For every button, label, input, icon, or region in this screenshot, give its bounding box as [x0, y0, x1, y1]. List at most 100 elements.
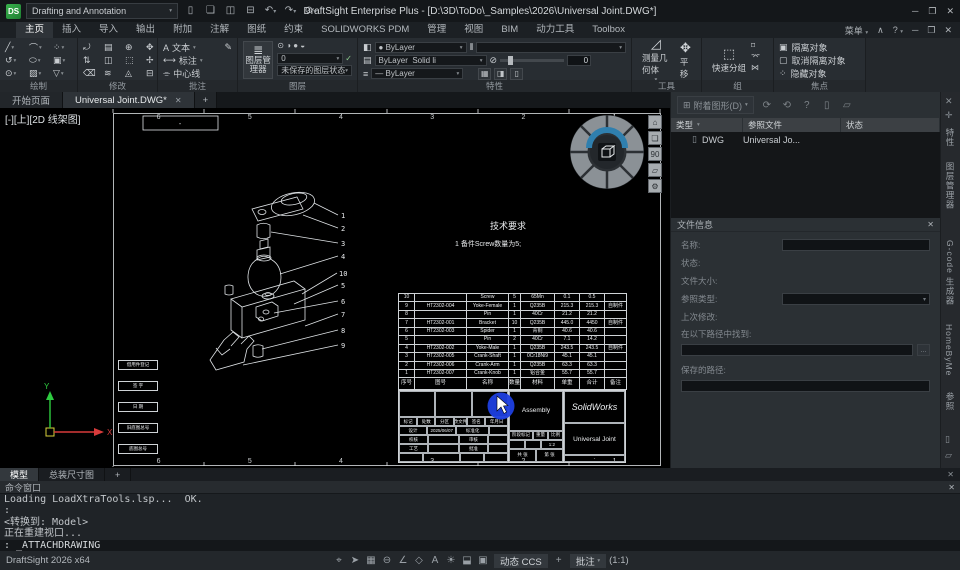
print-button[interactable]: ⊟: [243, 1, 258, 21]
status-toggle-icon[interactable]: ⬓: [459, 555, 475, 566]
command-line[interactable]: Loading LoadXtraTools.lsp... OK.: [0, 494, 960, 505]
group-link-icon[interactable]: ⋈: [751, 63, 760, 72]
saved-path-field[interactable]: [681, 380, 930, 392]
draw-tool-button[interactable]: ▣ ▾: [53, 54, 74, 67]
ribbon-tab[interactable]: BIM: [492, 22, 527, 38]
command-window-close-icon[interactable]: ✕: [948, 483, 955, 492]
draw-tool-button[interactable]: ⌒ ▾: [29, 41, 50, 54]
redo-button[interactable]: ↷▾: [283, 1, 298, 22]
ribbon-tab[interactable]: 主页: [16, 22, 54, 38]
home-view-button[interactable]: ⌂: [648, 115, 662, 129]
hide-objects-button[interactable]: ⁘ 隐藏对象: [779, 67, 860, 80]
browse-button[interactable]: ...: [916, 344, 930, 356]
file-info-close-icon[interactable]: ✕: [927, 220, 934, 229]
close-app-button[interactable]: ✕: [944, 25, 952, 36]
draw-tool-button[interactable]: ▨ ▾: [29, 67, 50, 80]
centerline-tool-button[interactable]: ⌯ 中心线: [163, 67, 232, 80]
status-toggle-icon[interactable]: ∠: [395, 555, 411, 566]
ribbon-tab[interactable]: 管理: [418, 22, 455, 38]
wheel-settings-button[interactable]: ⚙: [648, 179, 662, 193]
add-scale-button[interactable]: +: [551, 555, 567, 566]
ref-doc2-button[interactable]: ▱: [840, 100, 854, 111]
refresh-ref-button[interactable]: ⟲: [780, 100, 794, 111]
ribbon-tab[interactable]: 视图: [455, 22, 492, 38]
tab-sheet[interactable]: 总装尺寸图: [39, 468, 106, 481]
status-toggle-icon[interactable]: ➤: [347, 555, 363, 566]
help-button[interactable]: ? ▾: [893, 25, 903, 35]
dimension-tool-button[interactable]: ⟷ 标注 ▾: [163, 54, 232, 67]
ref-help-button[interactable]: ?: [800, 100, 814, 111]
measure-button[interactable]: ◿测量几何体▾: [637, 37, 675, 84]
annotation-scale-button[interactable]: ▦: [478, 67, 492, 80]
status-toggle-icon[interactable]: ⌖: [331, 555, 347, 566]
modify-tool-button[interactable]: ⬚: [125, 54, 143, 67]
quick-group-button[interactable]: ⬚ 快速分组: [707, 41, 751, 79]
tab-properties[interactable]: 特性: [944, 128, 956, 147]
ref-type-dropdown[interactable]: ▾: [782, 293, 930, 305]
modify-tool-button[interactable]: ⌫: [83, 67, 101, 80]
viewport-label[interactable]: [-][上][2D 线架图]: [5, 111, 81, 126]
status-toggle-icon[interactable]: ⊖: [379, 555, 395, 566]
restore-button[interactable]: ❐: [928, 6, 936, 17]
new-file-button[interactable]: ▯: [183, 1, 198, 21]
column-file[interactable]: 参照文件: [743, 118, 841, 132]
group-edit-icon[interactable]: ⌑: [751, 41, 760, 50]
ribbon-tab[interactable]: 附加: [164, 22, 201, 38]
command-line[interactable]: :: [0, 505, 960, 516]
ribbon-tab[interactable]: 注解: [201, 22, 238, 38]
minimize-button[interactable]: ─: [912, 6, 918, 17]
transparency-value[interactable]: 0: [567, 55, 592, 66]
drawing-canvas[interactable]: [-][上][2D 线架图] 6 6 5 5 4 4 3 3 2 2 1 1 2…: [0, 108, 670, 468]
ribbon-tab[interactable]: 约束: [275, 22, 312, 38]
command-line[interactable]: : _ATTACHDRAWING: [0, 539, 960, 551]
ccs-view-button[interactable]: ▱: [648, 163, 662, 177]
modify-tool-button[interactable]: ≋: [104, 67, 122, 80]
start-page-tab[interactable]: 开始页面: [0, 92, 64, 108]
menu-button[interactable]: 菜单 ▾: [845, 24, 868, 37]
layer-state-icons[interactable]: ⊙ ◑ ● ◒: [277, 41, 352, 52]
tab-homebyme[interactable]: HomeByMe: [944, 324, 954, 376]
modify-tool-button[interactable]: ⤾: [83, 41, 101, 54]
column-status[interactable]: 状态: [841, 118, 940, 132]
dynamic-ccs-button[interactable]: 动态 CCS: [494, 553, 548, 568]
modify-tool-button[interactable]: ▤: [104, 41, 122, 54]
line-color-dropdown[interactable]: ● ByLayer ▾: [374, 42, 467, 53]
found-path-field[interactable]: [681, 344, 913, 356]
ref-doc-button[interactable]: ▯: [820, 100, 834, 111]
save-button[interactable]: ◫: [223, 1, 238, 21]
draw-tool-button[interactable]: ↺ ▾: [5, 54, 26, 67]
command-line[interactable]: <转换到: Model>: [0, 517, 960, 528]
strip-doc-icon[interactable]: ▱: [945, 450, 952, 461]
tab-references[interactable]: 参照: [944, 392, 956, 411]
name-field[interactable]: [782, 239, 930, 251]
workspace-dropdown[interactable]: Drafting and Annotation ▾: [26, 3, 178, 19]
close-button[interactable]: ✕: [946, 6, 954, 17]
status-toggle-icon[interactable]: ◇: [411, 555, 427, 566]
sheetbar-close-icon[interactable]: ✕: [947, 470, 954, 479]
transparency-slider[interactable]: [500, 56, 565, 65]
strip-film-icon[interactable]: ▯: [945, 434, 950, 445]
page-setup-button[interactable]: ▯: [510, 67, 524, 80]
pan-button[interactable]: ✥ 平移: [675, 40, 696, 79]
attach-drawing-button[interactable]: ⊞ 附着图形(D) ▾: [677, 96, 754, 114]
hatch-dropdown[interactable]: ▾: [476, 42, 626, 53]
undo-button[interactable]: ↶▾: [263, 1, 278, 22]
iso-view-button[interactable]: ❏: [648, 131, 662, 145]
unisolate-button[interactable]: ▢ 取消隔离对象: [779, 54, 860, 67]
ungroup-icon[interactable]: ⌤: [751, 52, 760, 61]
erase-button[interactable]: ⊘▾: [303, 1, 318, 22]
rotate-90-button[interactable]: 90: [648, 147, 662, 161]
draw-tool-button[interactable]: ⁘ ▾: [53, 41, 74, 54]
layer-state-dropdown[interactable]: 未保存的图层状态 ▾: [277, 65, 352, 76]
modify-tool-button[interactable]: ◫: [104, 54, 122, 67]
ribbon-tab[interactable]: 动力工具: [527, 22, 583, 38]
ribbon-tab[interactable]: SOLIDWORKS PDM: [312, 22, 418, 38]
ribbon-tab[interactable]: 图纸: [238, 22, 275, 38]
draw-tool-button[interactable]: ╱ ▾: [5, 41, 26, 54]
ribbon-tab[interactable]: 插入: [53, 22, 90, 38]
command-line[interactable]: 正在重建视口...: [0, 528, 960, 539]
restore-app-button[interactable]: ❐: [927, 25, 935, 36]
ribbon-tab[interactable]: 输出: [127, 22, 164, 38]
modify-tool-button[interactable]: ⇅: [83, 54, 101, 67]
check-icon[interactable]: ✓: [345, 54, 352, 63]
